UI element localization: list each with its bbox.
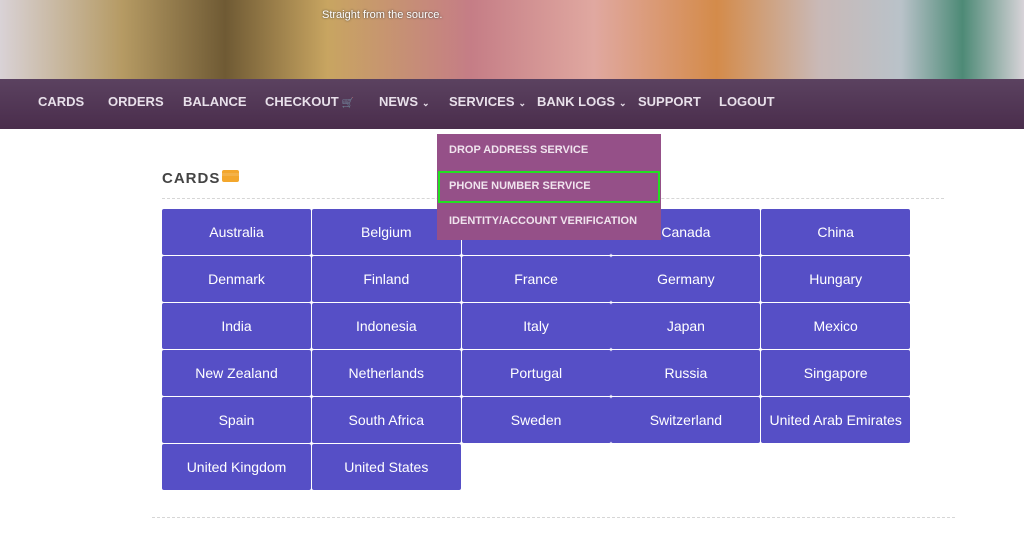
country-button[interactable]: Italy [461, 302, 611, 349]
nav-cards[interactable]: CARDS [38, 94, 84, 109]
cart-icon: 🛒 [338, 98, 354, 109]
nav-balance[interactable]: BALANCE [183, 94, 247, 109]
page-title: CARDS [162, 170, 240, 187]
nav-label: BALANCE [183, 94, 247, 109]
nav-label: NEWS [379, 94, 418, 109]
credit-card-icon [222, 170, 240, 182]
chevron-down-icon: ⌄ [518, 98, 527, 108]
nav-checkout[interactable]: CHECKOUT 🛒 [265, 94, 354, 109]
nav-label: SERVICES [449, 94, 515, 109]
main-nav: CARDS ORDERS BALANCE CHECKOUT 🛒 NEWS ⌄ SERVICE… [0, 79, 1024, 129]
nav-services[interactable]: SERVICES ⌄ [449, 94, 526, 109]
tagline: Straight from the source. [322, 9, 443, 21]
country-button[interactable]: Mexico [761, 302, 911, 349]
divider [152, 517, 955, 518]
country-button[interactable]: Denmark [162, 255, 311, 302]
country-button[interactable]: France [461, 255, 611, 302]
country-button[interactable]: Japan [611, 302, 761, 349]
country-button[interactable]: Portugal [461, 349, 611, 396]
chevron-down-icon: ⌄ [619, 98, 627, 108]
nav-label: SUPPORT [638, 94, 701, 109]
nav-logout[interactable]: LOGOUT [719, 94, 775, 109]
country-button[interactable]: China [761, 209, 911, 255]
nav-news[interactable]: NEWS ⌄ [379, 94, 430, 109]
country-button[interactable]: Germany [611, 255, 761, 302]
nav-label: CHECKOUT [265, 94, 339, 109]
country-button[interactable]: United Arab Emirates [761, 396, 911, 443]
country-button[interactable]: South Africa [311, 396, 461, 443]
nav-bank-logs[interactable]: BANK LOGS ⌄ [537, 94, 627, 109]
nav-label: LOGOUT [719, 94, 775, 109]
nav-label: ORDERS [108, 94, 164, 109]
nav-label: BANK LOGS [537, 94, 615, 109]
country-button[interactable]: Russia [611, 349, 761, 396]
country-button[interactable]: India [162, 302, 311, 349]
nav-orders[interactable]: ORDERS [108, 94, 164, 109]
country-button[interactable]: New Zealand [162, 349, 311, 396]
country-button[interactable]: Sweden [461, 396, 611, 443]
country-button[interactable]: Singapore [761, 349, 911, 396]
country-button[interactable]: Indonesia [311, 302, 461, 349]
country-button[interactable]: Switzerland [611, 396, 761, 443]
header-banner: Straight from the source. [0, 0, 1024, 79]
nav-support[interactable]: SUPPORT [638, 94, 701, 109]
country-button[interactable]: Finland [311, 255, 461, 302]
country-button[interactable]: Australia [162, 209, 311, 255]
nav-label: CARDS [38, 94, 85, 109]
country-button[interactable]: Hungary [761, 255, 911, 302]
country-button[interactable]: United Kingdom [162, 443, 311, 490]
title-text: CARDS [162, 170, 221, 187]
menu-item-drop-address-service[interactable]: DROP ADDRESS SERVICE [437, 134, 661, 168]
country-button[interactable]: Netherlands [311, 349, 461, 396]
menu-item-phone-number-service[interactable]: PHONE NUMBER SERVICE [437, 170, 661, 204]
chevron-down-icon: ⌄ [422, 98, 430, 108]
services-dropdown: DROP ADDRESS SERVICE PHONE NUMBER SERVICE… [437, 134, 661, 240]
country-button[interactable]: United States [311, 443, 461, 490]
menu-item-identity-account-verification[interactable]: IDENTITY/ACCOUNT VERIFICATION [437, 205, 661, 239]
country-button[interactable]: Spain [162, 396, 311, 443]
